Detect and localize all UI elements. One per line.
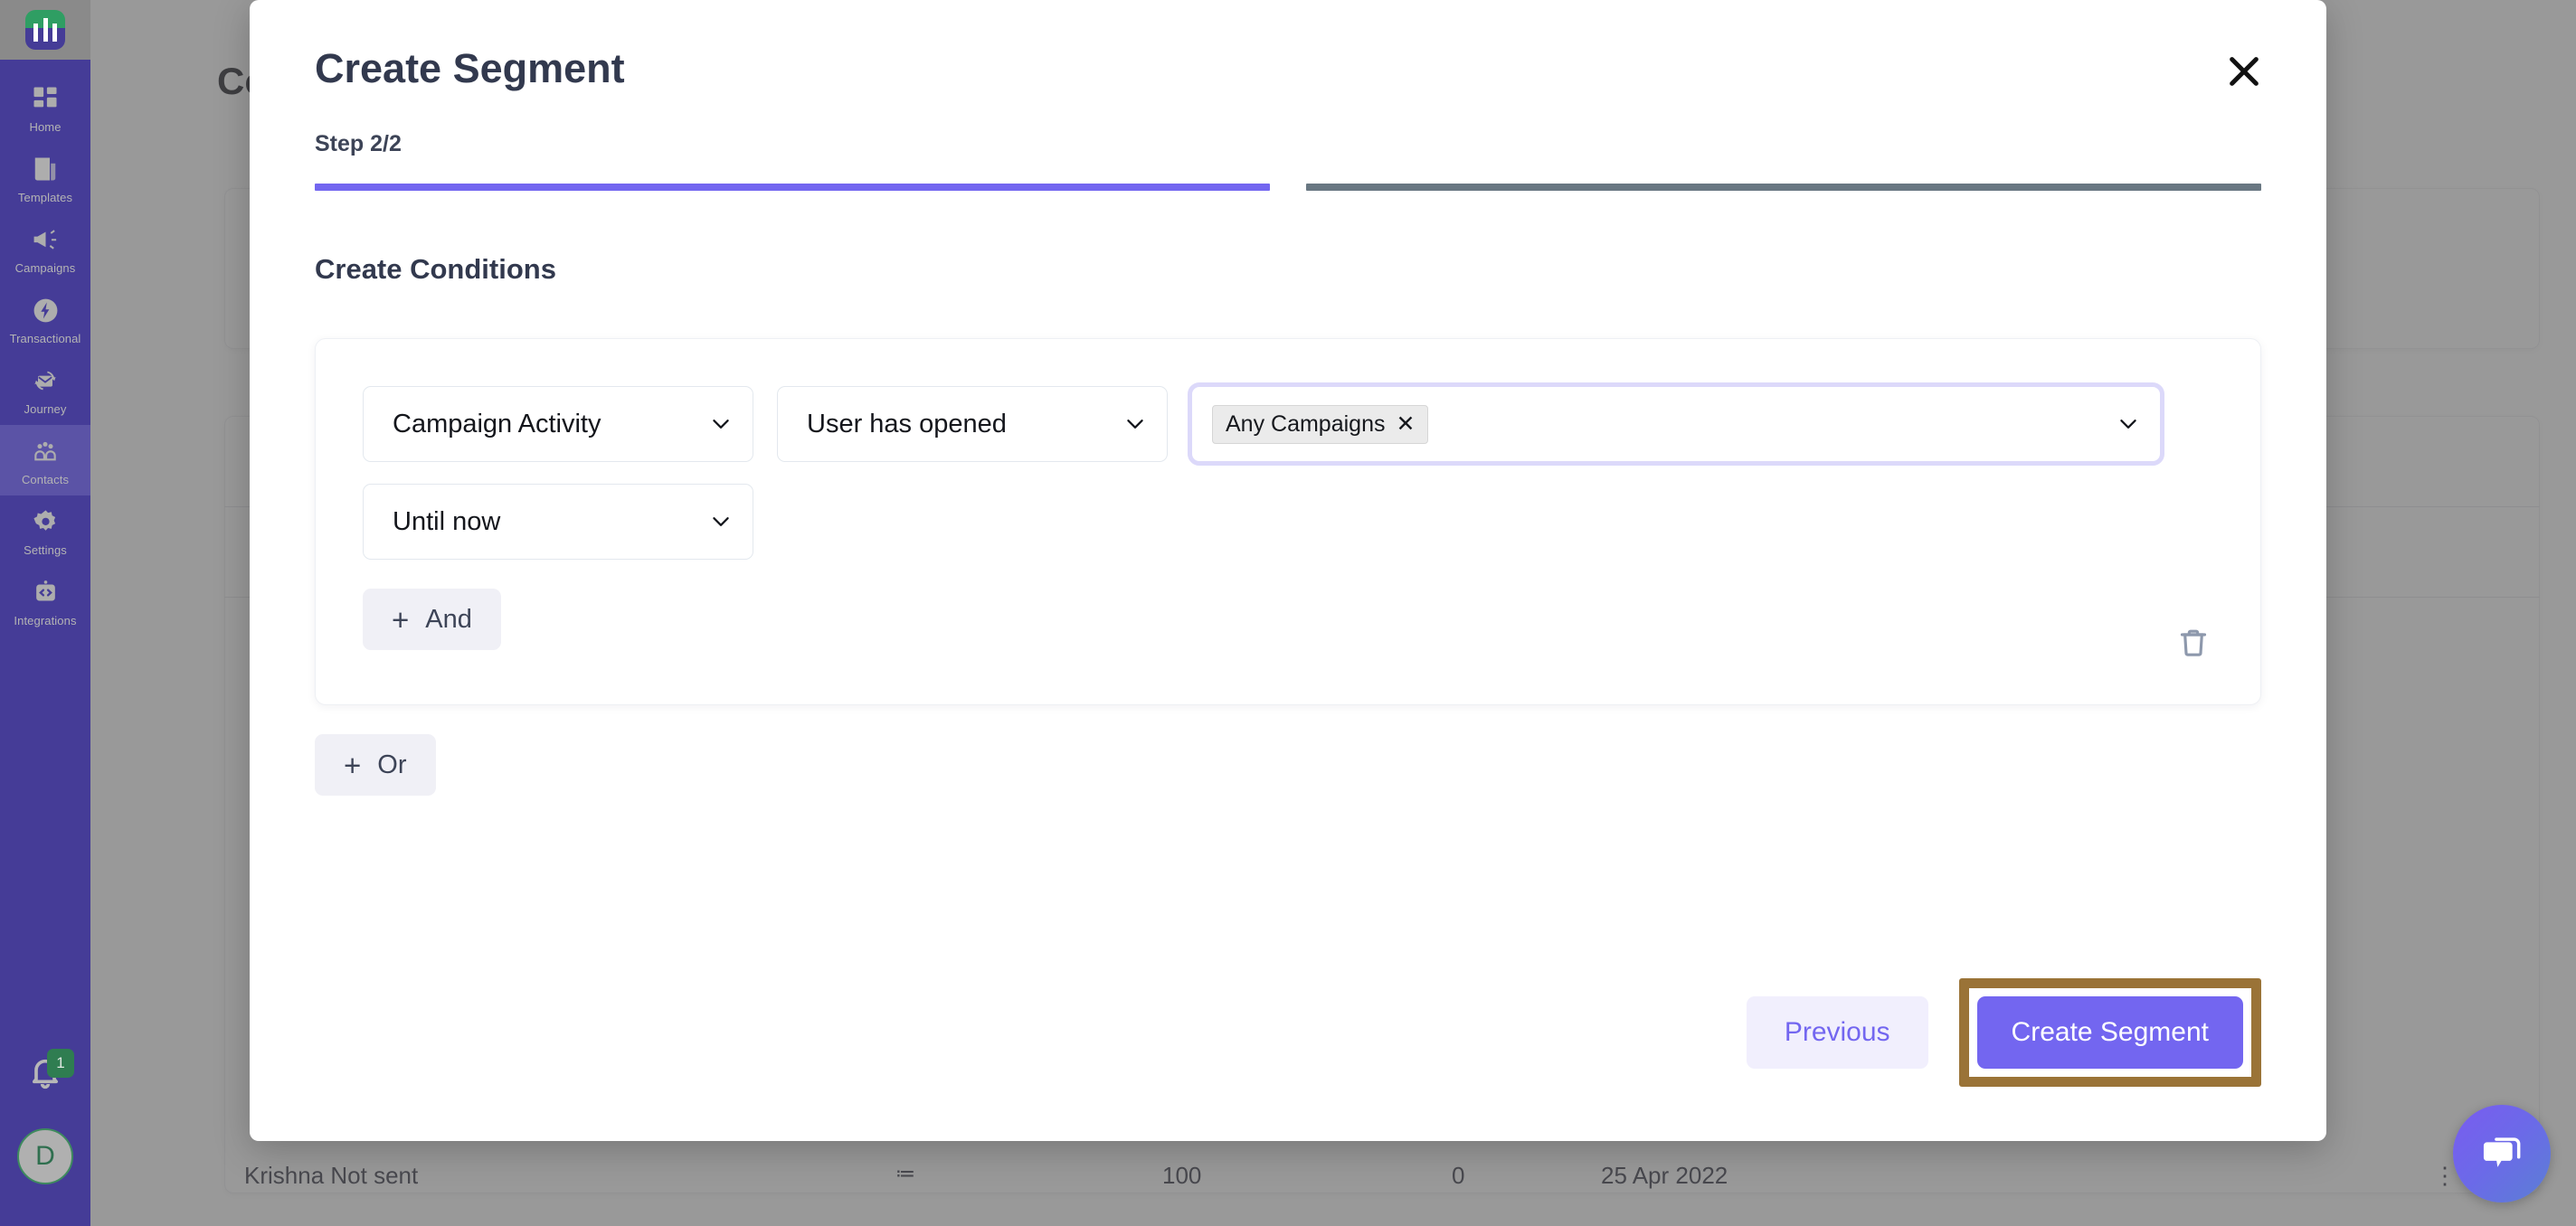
condition-row-primary: Campaign Activity User has opened Any Ca… bbox=[363, 382, 2164, 466]
selected-chip: Any Campaigns ✕ bbox=[1212, 404, 1429, 444]
modal-footer: Previous Create Segment bbox=[1746, 978, 2261, 1087]
attribute-select-value: Campaign Activity bbox=[393, 409, 601, 439]
sidebar-label-integrations: Integrations bbox=[14, 614, 77, 627]
condition-row-timeframe: Until now bbox=[363, 484, 2161, 560]
add-or-label: Or bbox=[377, 750, 407, 779]
step-progress bbox=[315, 184, 2261, 191]
create-segment-button[interactable]: Create Segment bbox=[1976, 996, 2243, 1069]
mailmodo-logo-icon bbox=[25, 10, 65, 50]
close-icon[interactable] bbox=[2216, 43, 2272, 99]
avatar[interactable]: D bbox=[17, 1128, 73, 1184]
plus-icon: + bbox=[392, 602, 410, 637]
sidebar-label-journey: Journey bbox=[24, 402, 67, 416]
delete-condition-group-button[interactable] bbox=[2170, 619, 2217, 666]
sidebar-nav: Home Templates Campaigns Transactional J… bbox=[0, 72, 90, 637]
add-and-button[interactable]: + And bbox=[363, 589, 501, 650]
sidebar-item-templates[interactable]: Templates bbox=[0, 143, 90, 213]
notification-badge: 1 bbox=[47, 1049, 74, 1078]
chip-remove-icon[interactable]: ✕ bbox=[1396, 412, 1415, 436]
sidebar-item-integrations[interactable]: Integrations bbox=[0, 566, 90, 637]
add-or-button[interactable]: + Or bbox=[315, 734, 436, 796]
step-bar-2 bbox=[1306, 184, 2261, 191]
sidebar-bottom: 1 D bbox=[0, 1038, 90, 1226]
brand-logo[interactable] bbox=[0, 0, 90, 60]
add-or-wrap: + Or bbox=[315, 734, 436, 796]
chat-widget-button[interactable] bbox=[2453, 1105, 2551, 1202]
chat-bubble-icon bbox=[2483, 1137, 2521, 1167]
templates-icon bbox=[28, 154, 62, 184]
trash-icon bbox=[2180, 629, 2207, 656]
action-highlight-annotation: Create Segment bbox=[1958, 978, 2261, 1087]
condition-rows: Campaign Activity User has opened Any Ca… bbox=[363, 382, 2164, 650]
sidebar-item-settings[interactable]: Settings bbox=[0, 495, 90, 566]
selected-chip-label: Any Campaigns bbox=[1226, 410, 1386, 437]
chevron-down-icon bbox=[682, 412, 733, 436]
bolt-icon bbox=[28, 295, 62, 325]
code-badge-icon bbox=[28, 577, 62, 608]
step-indicator-label: Step 2/2 bbox=[315, 131, 402, 156]
modal-title: Create Segment bbox=[315, 45, 625, 91]
sidebar-label-templates: Templates bbox=[17, 191, 73, 204]
chevron-down-icon bbox=[1096, 412, 1147, 436]
sidebar-label-transactional: Transactional bbox=[9, 332, 81, 345]
operator-select[interactable]: User has opened bbox=[777, 386, 1168, 462]
notifications-button[interactable]: 1 bbox=[0, 1038, 90, 1108]
add-and-label: And bbox=[425, 604, 472, 634]
step-bar-1 bbox=[315, 184, 1270, 191]
operator-select-value: User has opened bbox=[807, 409, 1007, 439]
sidebar-label-settings: Settings bbox=[24, 543, 67, 557]
sidebar-item-contacts[interactable]: Contacts bbox=[0, 425, 90, 495]
plus-icon: + bbox=[344, 748, 362, 782]
chevron-down-icon bbox=[682, 510, 733, 533]
sidebar: Home Templates Campaigns Transactional J… bbox=[0, 0, 90, 1226]
megaphone-icon bbox=[28, 224, 62, 255]
grid-icon bbox=[28, 83, 62, 114]
add-and-wrap: + And bbox=[363, 589, 2161, 650]
attribute-select[interactable]: Campaign Activity bbox=[363, 386, 753, 462]
journey-envelope-icon bbox=[28, 365, 62, 396]
gear-icon bbox=[28, 506, 62, 537]
sidebar-label-home: Home bbox=[29, 120, 62, 134]
sidebar-item-transactional[interactable]: Transactional bbox=[0, 284, 90, 354]
sidebar-label-campaigns: Campaigns bbox=[14, 261, 76, 275]
sidebar-item-home[interactable]: Home bbox=[0, 72, 90, 143]
timeframe-select-value: Until now bbox=[393, 506, 501, 536]
condition-group-panel: Campaign Activity User has opened Any Ca… bbox=[315, 338, 2261, 705]
sidebar-label-contacts: Contacts bbox=[21, 473, 70, 486]
campaign-multiselect[interactable]: Any Campaigns ✕ bbox=[1188, 382, 2164, 466]
previous-button[interactable]: Previous bbox=[1746, 996, 1928, 1069]
app-root: Co Krishna Not sent ≔ 100 0 25 Apr 2022 … bbox=[0, 0, 2576, 1226]
chevron-down-icon[interactable] bbox=[2117, 412, 2140, 436]
sidebar-item-journey[interactable]: Journey bbox=[0, 354, 90, 425]
create-segment-modal: Create Segment Step 2/2 Create Condition… bbox=[250, 0, 2326, 1141]
action-highlight-inner: Create Segment bbox=[1968, 988, 2251, 1077]
section-title-create-conditions: Create Conditions bbox=[315, 253, 556, 285]
sidebar-item-campaigns[interactable]: Campaigns bbox=[0, 213, 90, 284]
timeframe-select[interactable]: Until now bbox=[363, 484, 753, 560]
contacts-icon bbox=[28, 436, 62, 467]
